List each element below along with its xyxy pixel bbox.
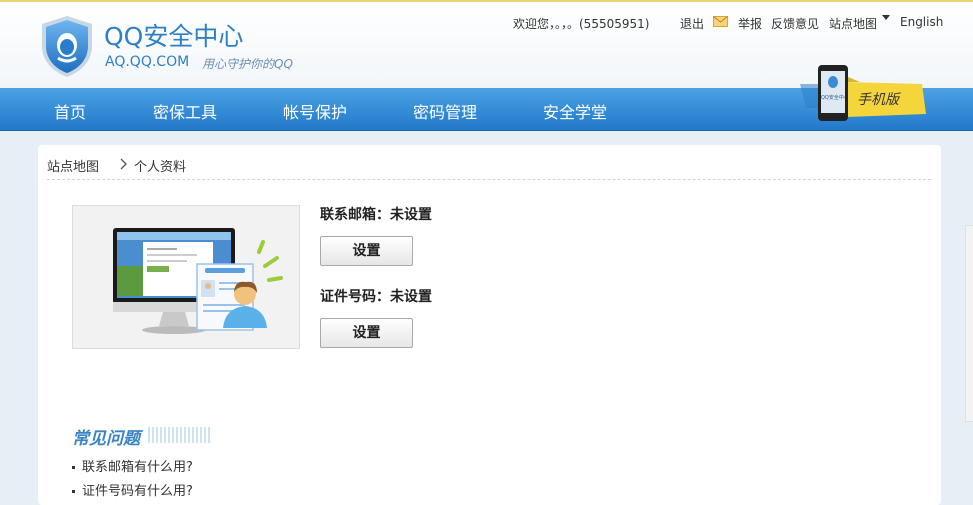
divider xyxy=(47,179,931,180)
faq-title: 常见问题 xyxy=(72,429,140,449)
profile-illustration xyxy=(72,205,300,349)
faq-item-label[interactable]: 联系邮箱有什么用? xyxy=(82,460,193,475)
feedback-link[interactable]: 反馈意见 xyxy=(771,15,819,32)
set-id-button[interactable]: 设置 xyxy=(320,318,413,348)
bullet-icon xyxy=(72,490,75,493)
content-panel: 站点地图 个人资料 联系邮箱：未设置 设置 证件号码：未设置 设置 常见问题 联… xyxy=(38,145,941,505)
nav-item-account-protection[interactable]: 帐号保护 xyxy=(283,99,347,123)
logo-title[interactable]: QQ安全中心 xyxy=(104,17,243,53)
qq-shield-logo-icon[interactable] xyxy=(38,14,96,78)
email-status-label: 联系邮箱：未设置 xyxy=(320,207,432,223)
breadcrumb-current: 个人资料 xyxy=(134,160,187,175)
english-link[interactable]: English xyxy=(900,15,943,29)
report-link[interactable]: 举报 xyxy=(738,15,762,32)
logo-url: AQ.QQ.COM xyxy=(105,54,190,70)
logout-link[interactable]: 退出 xyxy=(680,15,704,32)
faq-item[interactable]: 证件号码有什么用? xyxy=(72,480,193,499)
nav-item-password-management[interactable]: 密码管理 xyxy=(413,99,477,123)
logo-slogan: 用心守护你的QQ xyxy=(202,57,293,71)
bullet-icon xyxy=(72,466,75,469)
faq-item[interactable]: 联系邮箱有什么用? xyxy=(72,456,193,475)
nav-item-home[interactable]: 首页 xyxy=(54,99,86,123)
computer-profile-icon xyxy=(113,228,283,334)
set-email-button[interactable]: 设置 xyxy=(320,236,413,266)
scrollbar[interactable] xyxy=(965,225,973,422)
phone-screen-text: QQ安全中心 xyxy=(821,95,845,101)
mail-icon[interactable] xyxy=(713,16,728,27)
nav-item-security-tools[interactable]: 密保工具 xyxy=(153,99,217,123)
chevron-down-icon[interactable] xyxy=(882,15,890,20)
faq-title-decoration xyxy=(148,427,210,443)
chevron-right-icon xyxy=(120,158,127,170)
welcome-text: 欢迎您，。，。(55505951) xyxy=(513,17,650,31)
mobile-version-badge[interactable]: QQ安全中心 手机版 xyxy=(800,62,930,124)
sitemap-link[interactable]: 站点地图 xyxy=(829,15,877,32)
faq-item-label[interactable]: 证件号码有什么用? xyxy=(82,484,193,499)
breadcrumb-root[interactable]: 站点地图 xyxy=(47,156,99,175)
id-status-label: 证件号码：未设置 xyxy=(320,289,432,305)
mobile-badge-label: 手机版 xyxy=(857,92,899,108)
nav-item-security-school[interactable]: 安全学堂 xyxy=(543,99,607,123)
